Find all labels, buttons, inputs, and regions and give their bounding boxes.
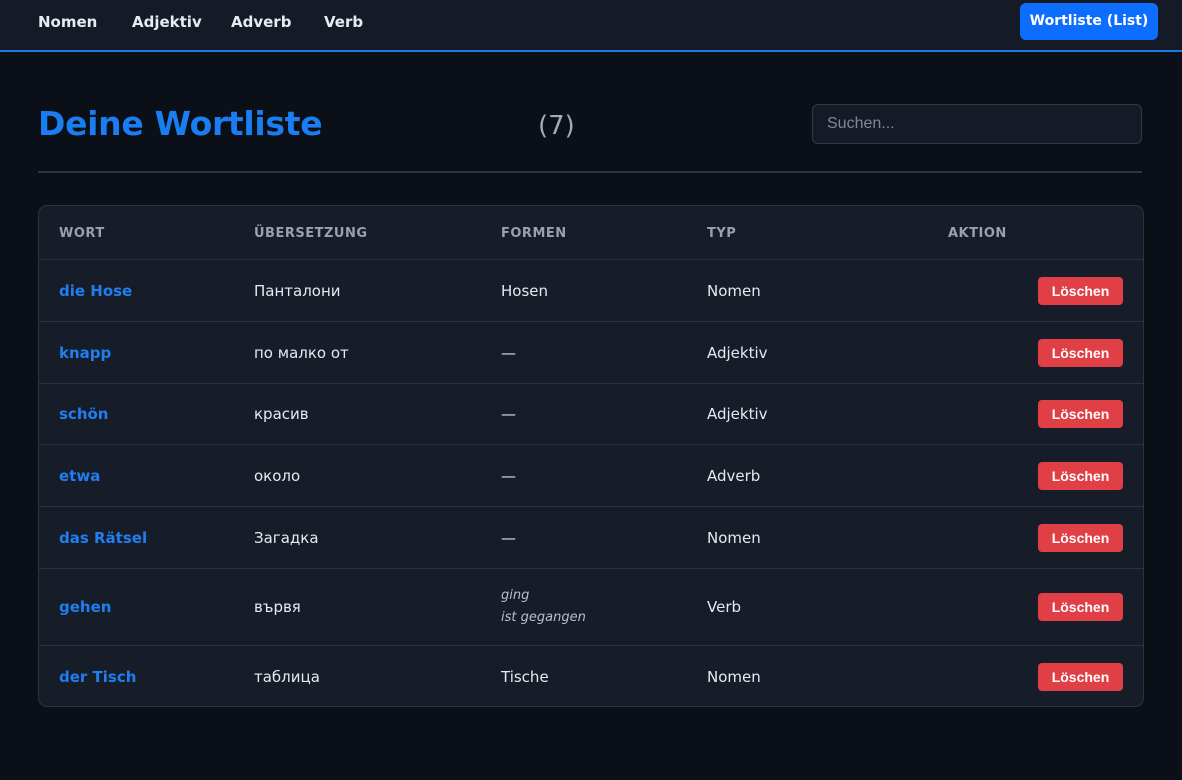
table-row: gehen вървя ging ist gegangen Verb Löschen <box>39 569 1143 646</box>
form-text: ging <box>501 588 530 603</box>
delete-button[interactable]: Löschen <box>1038 663 1123 691</box>
forms-cell: — <box>501 529 516 547</box>
table-row: die Hose Панталони Hosen Nomen Löschen <box>39 260 1143 322</box>
word-link[interactable]: etwa <box>59 467 100 485</box>
word-link[interactable]: die Hose <box>59 282 132 300</box>
table-row: schön красив — Adjektiv Löschen <box>39 384 1143 445</box>
form-text: — <box>501 343 516 362</box>
word-link[interactable]: gehen <box>59 598 111 616</box>
translation-text: Загадка <box>254 528 319 547</box>
wordlist-table: WORT ÜBERSETZUNG FORMEN TYP AKTION die H… <box>38 205 1144 707</box>
word-count: (7) <box>538 111 575 141</box>
page-title: Deine Wortliste <box>38 104 323 143</box>
table-row: knapp по малко от — Adjektiv Löschen <box>39 322 1143 384</box>
form-text: Hosen <box>501 281 549 300</box>
translation-text: Панталони <box>254 281 341 300</box>
forms-cell: Tische <box>501 668 549 686</box>
wordlist-button[interactable]: Wortliste (List) <box>1020 3 1158 40</box>
delete-button[interactable]: Löschen <box>1038 338 1123 367</box>
delete-button[interactable]: Löschen <box>1038 461 1123 490</box>
column-header-action: AKTION <box>948 226 1007 241</box>
table-row: das Rätsel Загадка — Nomen Löschen <box>39 507 1143 569</box>
table-row: etwa около — Adverb Löschen <box>39 445 1143 507</box>
nav-link-verb[interactable]: Verb <box>324 13 363 31</box>
delete-button[interactable]: Löschen <box>1038 593 1123 621</box>
word-link[interactable]: der Tisch <box>59 668 136 686</box>
table-header: WORT ÜBERSETZUNG FORMEN TYP AKTION <box>39 206 1143 260</box>
word-link[interactable]: das Rätsel <box>59 529 147 547</box>
table-row: der Tisch таблица Tische Nomen Löschen <box>39 646 1143 706</box>
type-text: Adjektiv <box>707 405 768 423</box>
type-text: Nomen <box>707 668 761 686</box>
form-text: — <box>501 528 516 547</box>
translation-text: красив <box>254 405 309 423</box>
nav-link-nomen[interactable]: Nomen <box>38 13 97 31</box>
forms-cell: Hosen <box>501 282 548 300</box>
form-text: — <box>501 405 516 423</box>
column-header-type: TYP <box>707 226 737 241</box>
column-header-translation: ÜBERSETZUNG <box>254 226 368 241</box>
type-text: Nomen <box>707 528 761 547</box>
table-body: die Hose Панталони Hosen Nomen Löschen knapp п… <box>39 260 1143 706</box>
forms-cell: ging ist gegangen <box>501 585 586 629</box>
forms-cell: — <box>501 344 516 362</box>
forms-cell: — <box>501 467 516 485</box>
type-text: Nomen <box>707 281 761 300</box>
delete-button[interactable]: Löschen <box>1038 400 1123 428</box>
translation-text: вървя <box>254 598 301 616</box>
header-divider <box>38 171 1142 173</box>
nav-link-adverb[interactable]: Adverb <box>231 13 291 31</box>
translation-text: около <box>254 466 301 485</box>
delete-button[interactable]: Löschen <box>1038 276 1123 305</box>
word-link[interactable]: knapp <box>59 344 111 362</box>
nav-link-adjektiv[interactable]: Adjektiv <box>132 13 202 31</box>
top-navigation-bar: Nomen Adjektiv Adverb Verb Wortliste (Li… <box>0 0 1182 52</box>
type-text: Verb <box>707 598 742 616</box>
column-header-forms: FORMEN <box>501 226 567 241</box>
column-header-word: WORT <box>59 226 105 241</box>
type-text: Adverb <box>707 466 761 485</box>
form-text: Tische <box>501 668 549 686</box>
search-input[interactable] <box>812 104 1142 144</box>
forms-cell: — <box>501 405 516 423</box>
type-text: Adjektiv <box>707 343 768 362</box>
form-text: — <box>501 466 516 485</box>
translation-text: таблица <box>254 668 320 686</box>
word-link[interactable]: schön <box>59 405 108 423</box>
form-text: ist gegangen <box>501 610 586 625</box>
translation-text: по малко от <box>254 343 349 362</box>
delete-button[interactable]: Löschen <box>1038 523 1123 552</box>
